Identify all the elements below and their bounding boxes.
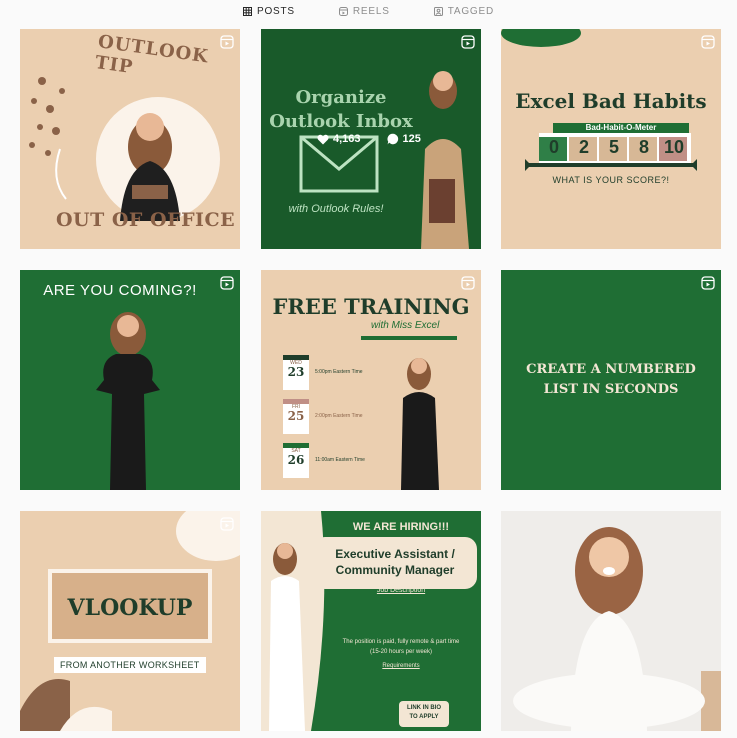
post-hiring[interactable]: WE ARE HIRING!!! Executive Assistant / C… <box>261 511 481 731</box>
tab-reels[interactable]: REELS <box>338 1 390 21</box>
post-vlookup-art <box>20 511 240 731</box>
meter-digits: 0 2 5 8 10 <box>539 137 689 158</box>
post-hiring-req: Requirements <box>382 663 420 669</box>
post-photo-art <box>513 527 721 731</box>
post-stats: 4,163 125 <box>317 133 421 145</box>
event-day: 23 <box>287 364 305 379</box>
meter-digit: 5 <box>608 137 619 157</box>
calendar-icon: FRI 25 <box>283 398 309 434</box>
post-are-you-coming-art <box>96 312 160 490</box>
meter-digit: 2 <box>578 137 589 157</box>
reel-icon <box>220 517 234 531</box>
event-list: WED 23 5:00pm Eastern Time FRI 25 2:00pm… <box>283 350 365 482</box>
post-hiring-cta2: TO APPLY <box>409 714 439 720</box>
meter-digit: 10 <box>663 137 685 157</box>
event-time: 2:00pm Eastern Time <box>315 413 363 419</box>
post-are-you-coming-title: ARE YOU COMING?! <box>43 282 197 299</box>
like-count-value: 4,163 <box>333 133 361 145</box>
tab-tagged[interactable]: TAGGED <box>433 1 494 21</box>
reel-icon <box>220 35 234 49</box>
reel-icon <box>701 276 715 290</box>
event-time: 5:00pm Eastern Time <box>315 369 363 375</box>
event-item: SAT 26 11:00am Eastern Time <box>283 438 365 482</box>
post-excel-bad-habits-title: Excel Bad Habits <box>515 89 707 113</box>
event-time: 11:00am Eastern Time <box>315 457 365 463</box>
post-numbered-list[interactable]: CREATE A NUMBERED LIST IN SECONDS <box>501 270 721 490</box>
reel-icon <box>461 276 475 290</box>
post-hiring-art <box>261 511 477 731</box>
post-organize-script: with Outlook Rules! <box>288 203 384 215</box>
comment-count-value: 125 <box>402 133 421 145</box>
post-hiring-role2: Community Manager <box>335 563 455 577</box>
tab-posts[interactable]: POSTS <box>243 1 295 21</box>
post-outlook-tip-subtitle: OUT OF OFFICE <box>56 209 236 231</box>
post-hiring-role1: Executive Assistant / <box>335 547 455 561</box>
tab-posts-label: POSTS <box>257 5 295 17</box>
post-vlookup-title: VLOOKUP <box>67 595 193 621</box>
reel-icon <box>701 35 715 49</box>
calendar-icon: WED 23 <box>283 354 309 390</box>
meter-label: Bad-Habit-O-Meter <box>585 123 657 132</box>
post-organize-line1: Organize <box>295 87 387 108</box>
comment-count: 125 <box>387 133 421 145</box>
post-hiring-cta1: LINK IN BIO <box>407 705 441 711</box>
post-are-you-coming[interactable]: ARE YOU COMING?! <box>20 270 240 490</box>
post-vlookup-sub: FROM ANOTHER WORKSHEET <box>54 657 206 673</box>
event-day: 25 <box>287 408 305 423</box>
reels-icon <box>338 6 348 16</box>
post-free-training-sub: with Miss Excel <box>371 320 440 331</box>
post-numbered-list-line1: CREATE A NUMBERED <box>526 362 696 377</box>
meter-digit: 0 <box>548 137 559 157</box>
profile-tabs: POSTS REELS TAGGED <box>0 0 737 22</box>
comment-icon <box>387 133 398 145</box>
tab-reels-label: REELS <box>352 5 390 17</box>
post-organize-line2: Outlook Inbox <box>269 111 413 132</box>
post-hiring-headline: WE ARE HIRING!!! <box>352 521 450 533</box>
score-question: WHAT IS YOUR SCORE?! <box>552 175 670 185</box>
grid-icon <box>243 6 252 16</box>
event-item: WED 23 5:00pm Eastern Time <box>283 350 365 394</box>
event-day: 26 <box>287 452 305 467</box>
post-outlook-tip[interactable]: OUTLOOK TIP OUT OF OFFICE <box>20 29 240 249</box>
heart-icon <box>317 134 329 144</box>
meter-digit: 8 <box>638 137 649 157</box>
reel-icon <box>220 276 234 290</box>
event-item: FRI 25 2:00pm Eastern Time <box>283 394 365 438</box>
tab-tagged-label: TAGGED <box>447 5 494 17</box>
post-hiring-jd: Job Description <box>376 587 426 594</box>
like-count: 4,163 <box>317 133 361 145</box>
post-numbered-list-line2: LIST IN SECONDS <box>543 382 679 397</box>
post-excel-bad-habits[interactable]: Excel Bad Habits Bad-Habit-O-Meter 0 2 5… <box>501 29 721 249</box>
post-organize-outlook[interactable]: Organize Outlook Inbox with Outlook Rule… <box>261 29 481 249</box>
post-free-training[interactable]: FREE TRAINING with Miss Excel WED 23 5:0… <box>261 270 481 490</box>
tagged-icon <box>433 6 443 16</box>
post-photo-laughing[interactable] <box>501 511 721 731</box>
post-hiring-detail2: (15-20 hours per week) <box>369 649 433 655</box>
calendar-icon: SAT 26 <box>283 442 309 478</box>
post-hiring-detail1: The position is paid, fully remote & par… <box>342 639 460 645</box>
post-free-training-title: FREE TRAINING <box>272 294 470 319</box>
post-vlookup[interactable]: VLOOKUP FROM ANOTHER WORKSHEET <box>20 511 240 731</box>
reel-icon <box>461 35 475 49</box>
